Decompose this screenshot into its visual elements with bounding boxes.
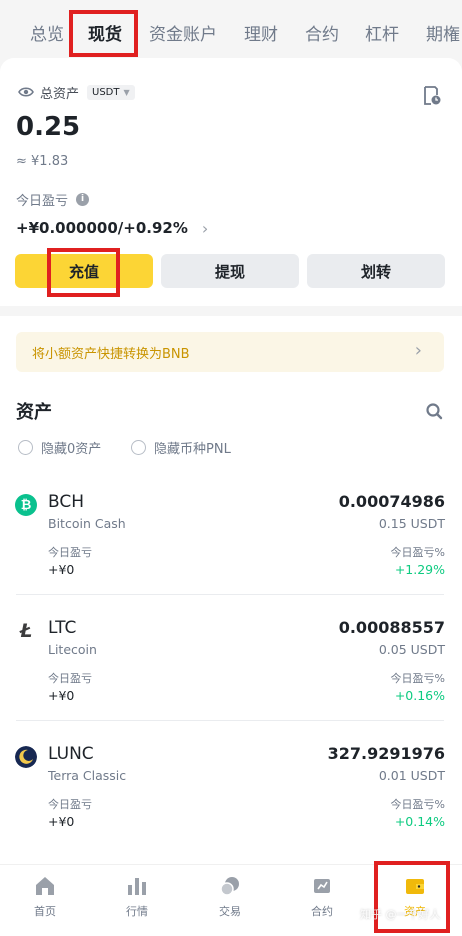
total-assets-label: 总资产 (40, 86, 80, 102)
asset-pct-value: +0.16% (394, 688, 445, 703)
today-pl-value: +¥0.000000 (16, 219, 118, 237)
search-icon[interactable] (425, 402, 443, 420)
nav-trade[interactable]: 交易 (195, 875, 265, 919)
ltc-coin-icon: Ł (19, 620, 33, 642)
chevron-down-icon: ▼ (123, 87, 130, 97)
convert-bnb-banner[interactable]: 将小额资产快捷转换为BNB › (16, 332, 444, 372)
asset-symbol: LUNC (48, 744, 94, 764)
asset-pct-label: 今日盈亏% (390, 798, 445, 811)
asset-amount: 0.00088557 (338, 618, 445, 637)
asset-name: Bitcoin Cash (48, 516, 126, 531)
nav-futures[interactable]: 合约 (287, 875, 357, 919)
asset-pct-label: 今日盈亏% (390, 546, 445, 559)
nav-markets[interactable]: 行情 (102, 875, 172, 919)
asset-name: Terra Classic (48, 768, 127, 783)
asset-usdt-value: 0.05 USDT (378, 642, 445, 657)
radio-unchecked-icon (18, 439, 33, 455)
watermark-text: 知乎 @一个好人 (360, 908, 441, 921)
total-assets-row: 总资产 USDT ▼ (18, 82, 135, 102)
lunc-coin-icon (15, 746, 37, 768)
withdraw-button[interactable]: 提现 (161, 254, 299, 288)
tab-options[interactable]: 期権 (426, 20, 460, 45)
today-pl-row: 今日盈亏 i (16, 190, 90, 209)
asset-row-bch[interactable]: ₿ BCH Bitcoin Cash 0.00074986 0.15 USDT … (0, 492, 462, 620)
history-icon[interactable] (423, 86, 441, 106)
account-tabs: 总览 现货 资金账户 理财 合约 杠杆 期権 (0, 0, 462, 58)
asset-pl-value: +¥0 (48, 688, 75, 703)
divider (16, 720, 444, 721)
radio-unchecked-icon (131, 439, 146, 455)
nav-markets-label: 行情 (126, 905, 148, 918)
trade-icon (220, 877, 239, 896)
convert-bnb-text: 将小额资产快捷转换为BNB (32, 346, 190, 362)
today-pl-label: 今日盈亏 (16, 193, 69, 209)
asset-row-ltc[interactable]: Ł LTC Litecoin 0.00088557 0.05 USDT 今日盈亏… (0, 618, 462, 746)
asset-pl-label: 今日盈亏 (48, 672, 92, 685)
bottom-nav: 首页 行情 交易 合约 资产 (0, 864, 462, 936)
nav-trade-label: 交易 (219, 905, 241, 918)
assets-title: 资产 (16, 402, 52, 423)
currency-value: USDT (92, 86, 120, 98)
eye-icon[interactable] (18, 86, 34, 98)
tab-futures[interactable]: 合约 (305, 20, 339, 45)
tab-overview[interactable]: 总览 (30, 20, 64, 45)
divider (16, 594, 444, 595)
futures-icon (314, 879, 330, 893)
currency-select[interactable]: USDT ▼ (87, 84, 135, 100)
asset-amount: 0.00074986 (338, 492, 445, 511)
asset-pct-label: 今日盈亏% (390, 672, 445, 685)
asset-usdt-value: 0.01 USDT (378, 768, 445, 783)
info-icon[interactable]: i (76, 192, 90, 206)
hide-pnl-option[interactable]: 隐藏币种PNL (131, 438, 231, 457)
wallet-icon (406, 879, 424, 894)
nav-home-label: 首页 (34, 905, 56, 918)
tab-margin[interactable]: 杠杆 (365, 20, 399, 45)
chevron-right-icon: › (414, 340, 422, 361)
asset-pl-label: 今日盈亏 (48, 798, 92, 811)
transfer-button[interactable]: 划转 (307, 254, 445, 288)
hide-zero-label: 隐藏0资产 (41, 441, 102, 457)
asset-pl-value: +¥0 (48, 814, 75, 829)
home-icon (36, 877, 54, 895)
asset-symbol: LTC (48, 618, 77, 638)
hide-pnl-label: 隐藏币种PNL (154, 441, 231, 457)
asset-pl-label: 今日盈亏 (48, 546, 92, 559)
asset-pct-value: +1.29% (394, 562, 445, 577)
asset-usdt-value: 0.15 USDT (378, 516, 445, 531)
asset-pct-value: +0.14% (394, 814, 445, 829)
total-balance: 0.25 (16, 112, 81, 142)
tab-spot[interactable]: 现货 (88, 20, 122, 45)
bar-chart-icon (128, 878, 146, 895)
chevron-right-icon: › (201, 218, 209, 238)
deposit-button[interactable]: 充值 (15, 254, 153, 288)
today-pl-pct: +0.92% (123, 219, 188, 237)
asset-pl-value: +¥0 (48, 562, 75, 577)
asset-amount: 327.9291976 (327, 744, 445, 763)
asset-row-lunc[interactable]: LUNC Terra Classic 327.9291976 0.01 USDT… (0, 744, 462, 872)
asset-symbol: BCH (48, 492, 85, 512)
balance-cny: ≈ ¥1.83 (16, 154, 69, 169)
nav-futures-label: 合约 (311, 905, 333, 918)
hide-zero-option[interactable]: 隐藏0资产 (18, 438, 102, 457)
asset-name: Litecoin (48, 642, 97, 657)
tab-funding[interactable]: 资金账户 (149, 20, 217, 45)
today-pl-value-row[interactable]: +¥0.000000 / +0.92% › (16, 217, 208, 239)
nav-home[interactable]: 首页 (10, 875, 80, 919)
bch-coin-icon: ₿ (15, 494, 37, 516)
tab-earn[interactable]: 理财 (244, 20, 278, 45)
